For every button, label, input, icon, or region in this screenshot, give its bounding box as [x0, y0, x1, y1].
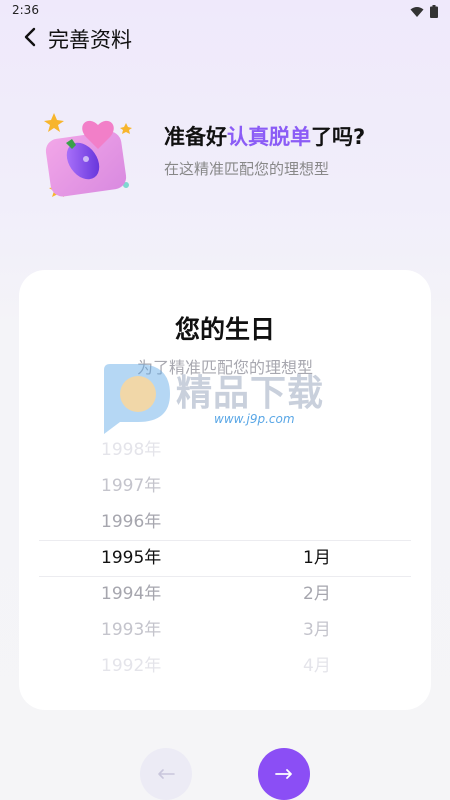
year-option[interactable]: 1996年 — [101, 504, 161, 540]
hero-title-prefix: 准备好 — [164, 125, 227, 149]
hero-title-highlight: 认真脱单 — [227, 125, 311, 149]
back-button[interactable] — [18, 26, 42, 52]
hero-title: 准备好认真脱单了吗? — [164, 121, 365, 151]
year-option[interactable]: 1994年 — [101, 576, 161, 612]
watermark-text: 精品下载 — [176, 373, 325, 414]
eggplant-envelope-icon — [38, 103, 138, 203]
hero-subtitle: 在这精准匹配您的理想型 — [164, 160, 330, 178]
year-option-selected[interactable]: 1995年 — [101, 540, 161, 576]
month-option-selected[interactable]: 1月 — [303, 540, 331, 576]
month-option[interactable]: 2月 — [303, 576, 331, 612]
chevron-left-icon — [23, 27, 37, 51]
picker-selection-top-line — [39, 540, 411, 541]
next-button[interactable] — [258, 748, 310, 800]
month-option[interactable]: 4月 — [303, 648, 331, 682]
date-picker[interactable]: 1998年 1997年 1996年 1995年 1994年 1993年 1992… — [19, 430, 431, 682]
year-option[interactable]: 1997年 — [101, 468, 161, 504]
status-bar: 2:36 — [0, 0, 450, 22]
card-title: 您的生日 — [174, 315, 275, 344]
watermark-logo-icon — [98, 360, 178, 436]
header: 完善资料 — [0, 22, 450, 56]
status-time: 2:36 — [12, 3, 39, 17]
arrow-left-icon — [157, 765, 175, 784]
previous-button[interactable] — [140, 748, 192, 800]
month-option[interactable]: 3月 — [303, 612, 331, 648]
picker-selection-bottom-line — [39, 576, 411, 577]
hero-title-suffix: 了吗? — [311, 125, 366, 149]
arrow-right-icon — [275, 765, 293, 784]
watermark: 精品下载 www.j9p.com — [98, 360, 358, 436]
status-icons — [410, 3, 438, 22]
wifi-icon — [410, 3, 424, 22]
year-option[interactable]: 1998年 — [101, 432, 161, 468]
hero-section: 准备好认真脱单了吗? 在这精准匹配您的理想型 — [0, 95, 450, 215]
watermark-url: www.j9p.com — [214, 412, 295, 426]
battery-icon — [430, 3, 438, 22]
birthday-card: 您的生日 为了精准匹配您的理想型 1998年 1997年 1996年 1995年… — [19, 270, 431, 710]
year-option[interactable]: 1992年 — [101, 648, 161, 682]
year-option[interactable]: 1993年 — [101, 612, 161, 648]
page-title: 完善资料 — [48, 28, 132, 52]
